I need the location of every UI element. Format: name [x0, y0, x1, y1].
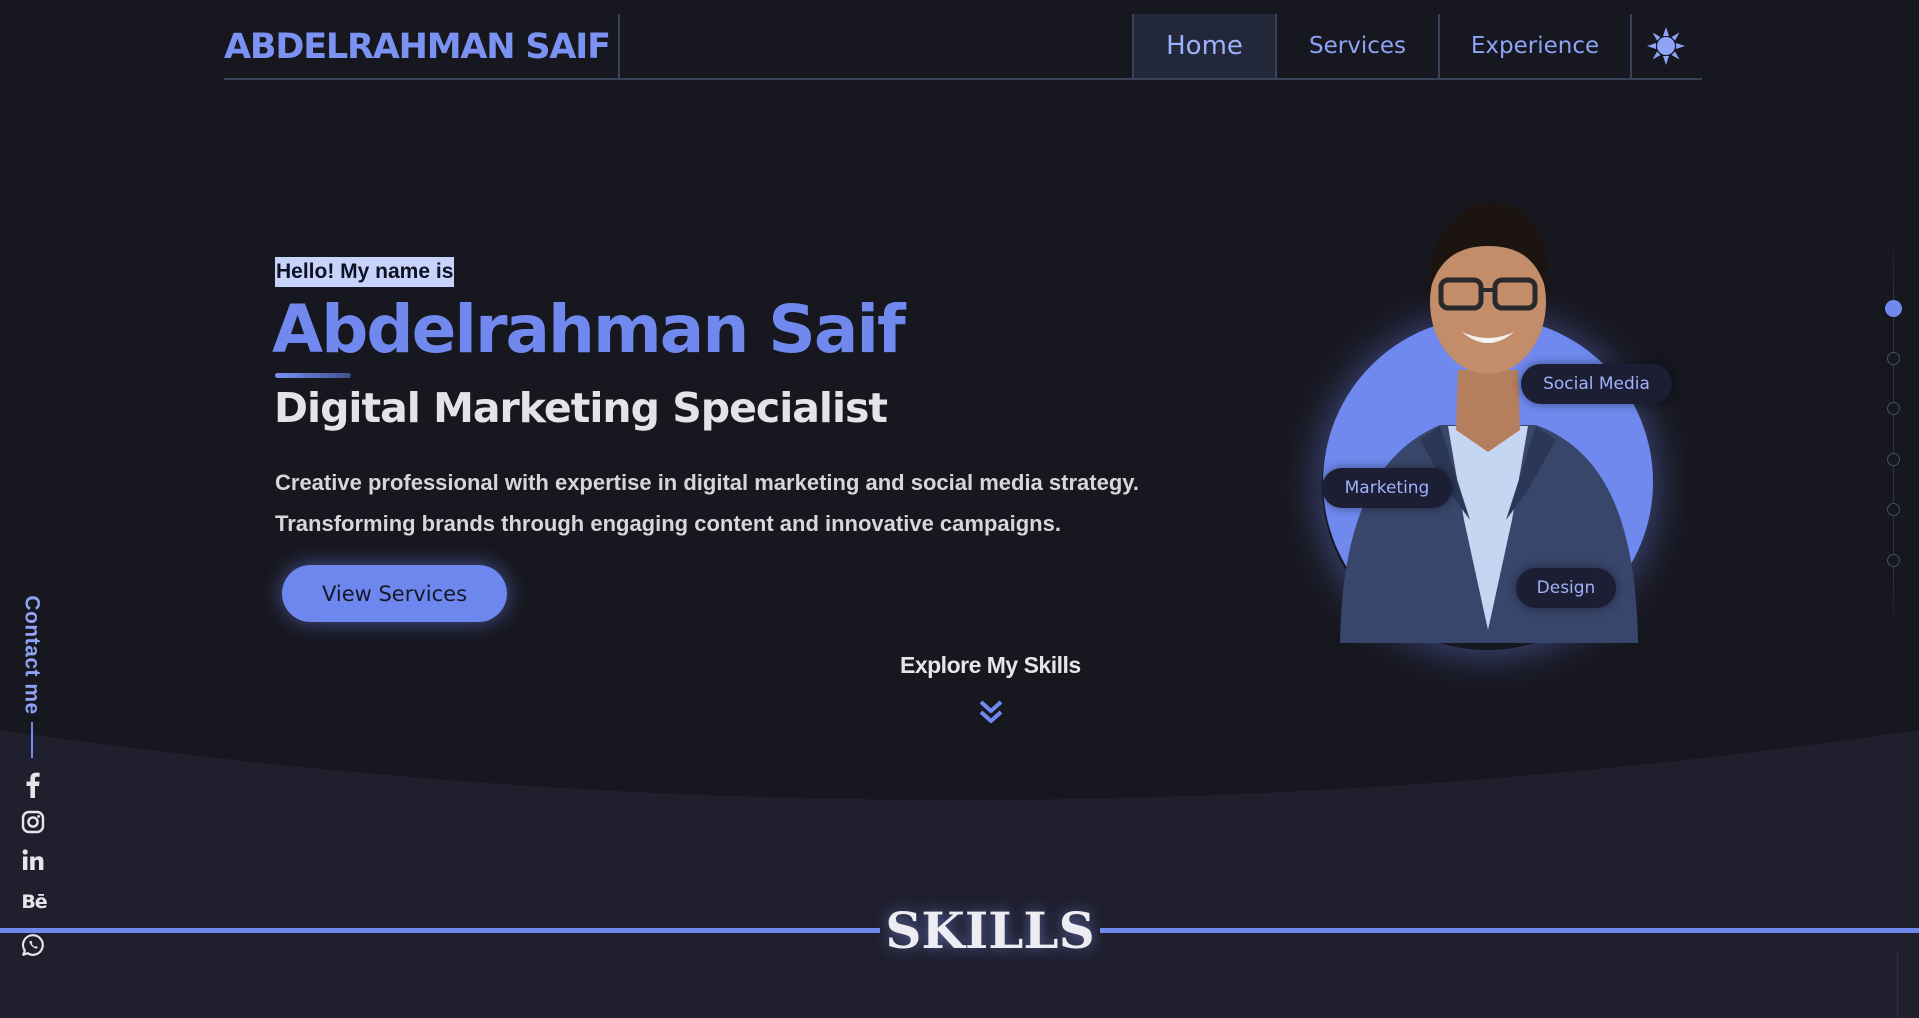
chip-social-media: Social Media [1521, 364, 1672, 404]
contact-me-label[interactable]: Contact me [15, 592, 49, 718]
brand-divider [618, 14, 620, 78]
behance-link[interactable]: Bē [18, 889, 50, 915]
chip-marketing: Marketing [1322, 468, 1452, 508]
hero-name: Abdelrahman Saif [272, 291, 906, 368]
hero-description: Creative professional with expertise in … [275, 462, 1175, 544]
instagram-link[interactable] [20, 809, 46, 835]
hero-description-line-1: Creative professional with expertise in … [275, 470, 1139, 495]
scroll-dot-1[interactable] [1885, 300, 1902, 317]
linkedin-link[interactable] [20, 847, 46, 873]
hero-greeting: Hello! My name is [275, 257, 455, 287]
right-edge-line [1897, 950, 1898, 1018]
double-chevron-down-icon[interactable] [978, 698, 1004, 726]
brand-logo[interactable]: ABDELRAHMAN SAIF [224, 24, 611, 70]
top-navbar: ABDELRAHMAN SAIF Home Services Experienc… [224, 14, 1702, 80]
facebook-link[interactable] [20, 772, 46, 798]
nav-services[interactable]: Services [1275, 14, 1438, 78]
nav-home[interactable]: Home [1132, 14, 1275, 78]
instagram-icon [21, 810, 45, 834]
skills-divider-left [0, 928, 880, 933]
theme-toggle-button[interactable] [1630, 14, 1700, 78]
hero-role: Digital Marketing Specialist [274, 384, 888, 432]
name-underline [275, 373, 351, 378]
scroll-dot-3[interactable] [1887, 402, 1900, 415]
scroll-dot-2[interactable] [1887, 352, 1900, 365]
nav-experience[interactable]: Experience [1438, 14, 1630, 78]
behance-icon: Bē [21, 891, 47, 913]
chip-design: Design [1516, 568, 1616, 608]
contact-me-text: Contact me [21, 595, 45, 715]
whatsapp-link[interactable] [20, 932, 46, 958]
section-curve-background [0, 730, 1919, 1018]
sun-icon [1647, 27, 1685, 65]
linkedin-icon [22, 849, 44, 870]
hero-description-line-2: Transforming brands through engaging con… [275, 511, 1061, 536]
scroll-dot-4[interactable] [1887, 453, 1900, 466]
scroll-dot-6[interactable] [1887, 554, 1900, 567]
facebook-icon [26, 772, 40, 798]
scroll-indicator-track [1893, 235, 1894, 635]
skills-divider-right [1100, 928, 1919, 933]
scroll-dot-5[interactable] [1887, 503, 1900, 516]
nav-menu: Home Services Experience [1132, 14, 1700, 78]
skills-section-title: SKILLS [885, 901, 1095, 960]
whatsapp-icon [22, 934, 44, 956]
contact-divider-line [31, 722, 33, 758]
explore-skills-label[interactable]: Explore My Skills [900, 652, 1081, 682]
view-services-button[interactable]: View Services [282, 565, 507, 622]
